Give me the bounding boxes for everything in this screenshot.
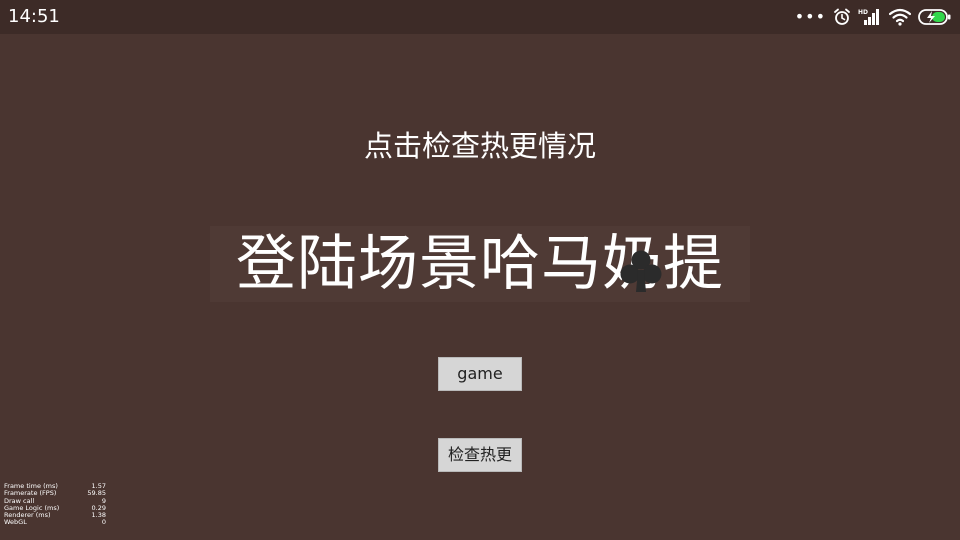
stat-label: WebGL — [4, 518, 27, 527]
status-icons: ••• HD — [795, 6, 952, 28]
svg-text:HD: HD — [858, 9, 868, 16]
alarm-icon — [834, 8, 850, 25]
stat-value: 0 — [101, 518, 106, 527]
club-suit-icon — [620, 250, 662, 292]
status-bar: 14:51 ••• HD — [0, 0, 960, 34]
scene-title: 登陆场景哈马奶提 — [236, 229, 724, 299]
more-dots-icon: ••• — [794, 7, 826, 26]
hd-signal-icon: HD — [858, 9, 879, 25]
scene-title-panel: 登陆场景哈马奶提 — [210, 226, 750, 302]
profiler-stats: Frame time (ms) 1.57 Framerate (FPS) 59.… — [4, 482, 106, 527]
hot-update-status-label: 点击检查热更情况 — [363, 129, 596, 163]
status-time: 14:51 — [8, 6, 60, 27]
game-button[interactable]: game — [438, 357, 522, 391]
battery-charging-icon — [918, 9, 951, 25]
stat-row: WebGL 0 — [4, 518, 106, 527]
check-update-button[interactable]: 检查热更 — [438, 438, 522, 472]
app-screen: 14:51 ••• HD 点击检查热更情况 登陆场景哈马奶提 game 检查热更… — [0, 0, 960, 540]
wifi-icon — [889, 8, 911, 26]
